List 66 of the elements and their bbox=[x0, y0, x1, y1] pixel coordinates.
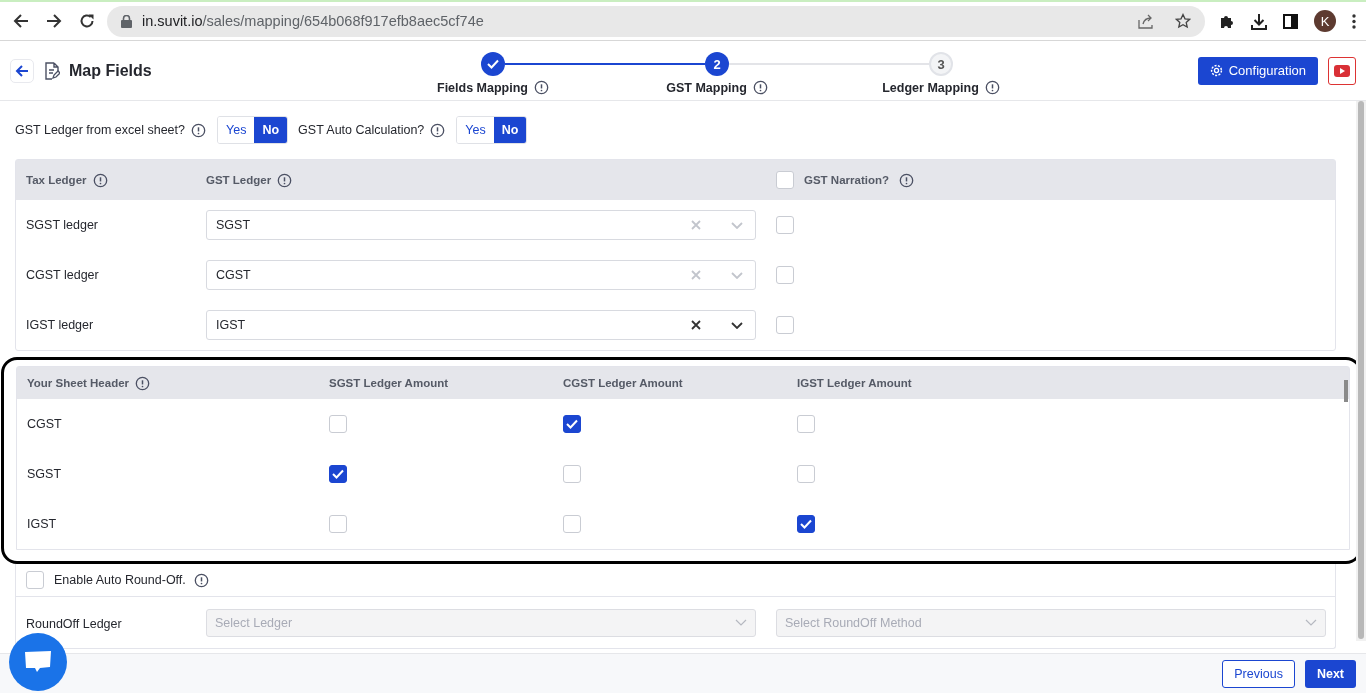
info-icon bbox=[899, 172, 914, 188]
checkbox-label: Enable Auto Round-Off. bbox=[54, 573, 186, 587]
download-icon[interactable] bbox=[1251, 12, 1267, 30]
menu-icon[interactable] bbox=[1352, 13, 1356, 29]
previous-button[interactable]: Previous bbox=[1222, 660, 1295, 688]
info-icon bbox=[534, 80, 549, 95]
sheet-header-name: CGST bbox=[26, 417, 63, 431]
column-header: SGST Ledger Amount bbox=[329, 377, 450, 389]
document-icon bbox=[44, 61, 60, 80]
step-label[interactable]: Fields Mapping bbox=[437, 80, 528, 95]
chevron-down-icon[interactable] bbox=[731, 321, 743, 329]
clear-icon[interactable] bbox=[691, 320, 701, 330]
step-number: 3 bbox=[929, 52, 953, 76]
info-icon bbox=[92, 172, 108, 188]
info-icon bbox=[191, 122, 206, 138]
info-icon bbox=[984, 80, 1000, 95]
info-icon bbox=[277, 172, 293, 188]
info-icon bbox=[135, 375, 151, 391]
checkbox[interactable] bbox=[563, 415, 581, 433]
info-icon bbox=[752, 80, 768, 95]
toggle-option[interactable]: No bbox=[493, 117, 527, 143]
page-title: Map Fields bbox=[69, 61, 153, 80]
info-icon bbox=[193, 572, 209, 588]
ledger-select[interactable]: IGST bbox=[206, 310, 756, 340]
column-header: GST Ledger bbox=[206, 174, 272, 186]
toggle-label: GST Auto Calculation? bbox=[298, 123, 425, 137]
column-header: GST Narration? bbox=[804, 174, 889, 186]
step-label[interactable]: Ledger Mapping bbox=[882, 80, 979, 95]
next-button[interactable]: Next bbox=[1304, 660, 1356, 688]
forward-icon[interactable] bbox=[46, 13, 62, 29]
scrollbar-thumb[interactable] bbox=[1344, 380, 1348, 402]
step-label[interactable]: GST Mapping bbox=[666, 80, 747, 95]
toggle-label: GST Ledger from excel sheet? bbox=[15, 123, 185, 137]
address-bar[interactable]: in.suvit.io/sales/mapping/654b068f917efb8aec5cf74e bbox=[107, 5, 1205, 37]
column-header: Tax Ledger bbox=[26, 174, 87, 186]
tax-ledger-name: CGST ledger bbox=[25, 268, 100, 282]
column-header: IGST Ledger Amount bbox=[797, 377, 913, 389]
profile-avatar[interactable]: K bbox=[1314, 10, 1336, 32]
play-icon bbox=[1334, 64, 1350, 77]
column-header: CGST Ledger Amount bbox=[563, 377, 684, 389]
share-icon[interactable] bbox=[1138, 13, 1155, 29]
puzzle-icon[interactable] bbox=[1219, 13, 1235, 29]
checkbox[interactable] bbox=[797, 515, 815, 533]
step-number: 2 bbox=[705, 52, 729, 76]
back-button[interactable] bbox=[10, 58, 34, 83]
back-arrow-icon bbox=[15, 64, 29, 77]
chat-button[interactable] bbox=[9, 633, 67, 691]
settings-icon bbox=[1209, 64, 1223, 77]
sheet-header-name: IGST bbox=[26, 517, 58, 531]
star-icon[interactable] bbox=[1175, 13, 1191, 29]
column-header: Your Sheet Header bbox=[27, 377, 130, 389]
checkbox[interactable] bbox=[329, 465, 347, 483]
back-icon[interactable] bbox=[13, 13, 29, 29]
lock-icon bbox=[121, 14, 132, 28]
info-icon bbox=[430, 122, 446, 138]
toggle-option[interactable]: No bbox=[254, 117, 288, 143]
tax-ledger-name: IGST ledger bbox=[25, 318, 95, 332]
video-button[interactable] bbox=[1328, 56, 1356, 85]
scrollbar-thumb[interactable] bbox=[1358, 101, 1364, 639]
field-label: RoundOff Ledger bbox=[26, 616, 122, 631]
side-panel-icon[interactable] bbox=[1283, 13, 1298, 29]
url-text: in.suvit.io/sales/mapping/654b068f917efb8aec5cf74e bbox=[142, 13, 485, 29]
tax-ledger-name: SGST ledger bbox=[25, 218, 100, 232]
reload-icon[interactable] bbox=[79, 13, 95, 29]
sheet-header-name: SGST bbox=[26, 467, 63, 481]
configuration-button[interactable]: Configuration bbox=[1197, 56, 1318, 85]
